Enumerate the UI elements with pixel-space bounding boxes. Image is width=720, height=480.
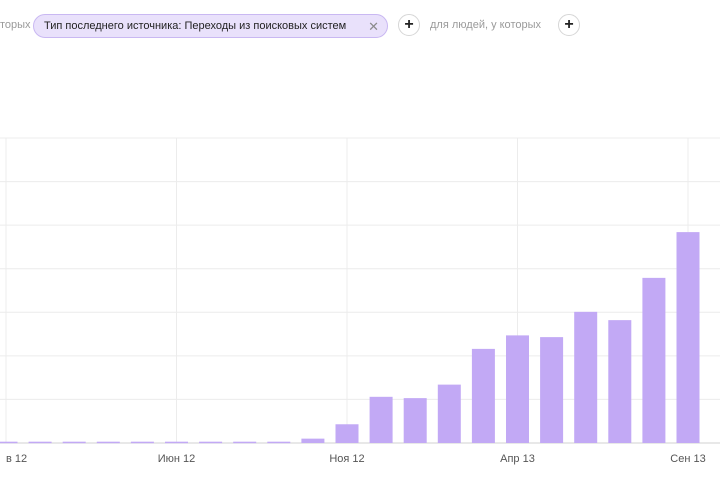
chart-bar[interactable] <box>130 441 154 444</box>
chart-bar[interactable] <box>574 311 598 443</box>
chart-bar[interactable] <box>0 441 18 444</box>
chart-bar[interactable] <box>506 335 529 443</box>
chart-bar[interactable] <box>301 438 325 443</box>
visits-bar-chart: в 12 Июн 12 Ноя 12 Апр 13 Сен 13 <box>0 137 720 465</box>
chart-bar[interactable] <box>28 441 52 444</box>
x-tick-label: Июн 12 <box>158 453 196 465</box>
chart-bar[interactable] <box>608 320 632 443</box>
x-tick-label: Ноя 12 <box>329 453 364 465</box>
chart-bar[interactable] <box>165 441 188 444</box>
x-tick-label: Сен 13 <box>670 453 705 465</box>
chart-bar[interactable] <box>437 384 461 443</box>
chart-bar[interactable] <box>369 396 393 443</box>
x-tick-label: Апр 13 <box>500 453 535 465</box>
x-tick-label: в 12 <box>6 453 27 465</box>
chart-bar[interactable] <box>233 441 257 444</box>
chart-bar[interactable] <box>403 398 427 443</box>
chart-bar[interactable] <box>267 441 291 444</box>
chart-bar[interactable] <box>471 348 495 443</box>
chart-bar[interactable] <box>62 441 86 444</box>
chart-bar[interactable] <box>96 441 120 444</box>
chart-bar[interactable] <box>335 424 359 443</box>
chart-bar[interactable] <box>199 441 223 444</box>
chart-bar[interactable] <box>540 337 564 443</box>
chart-bar[interactable] <box>676 232 700 443</box>
chart-bar[interactable] <box>642 277 666 443</box>
